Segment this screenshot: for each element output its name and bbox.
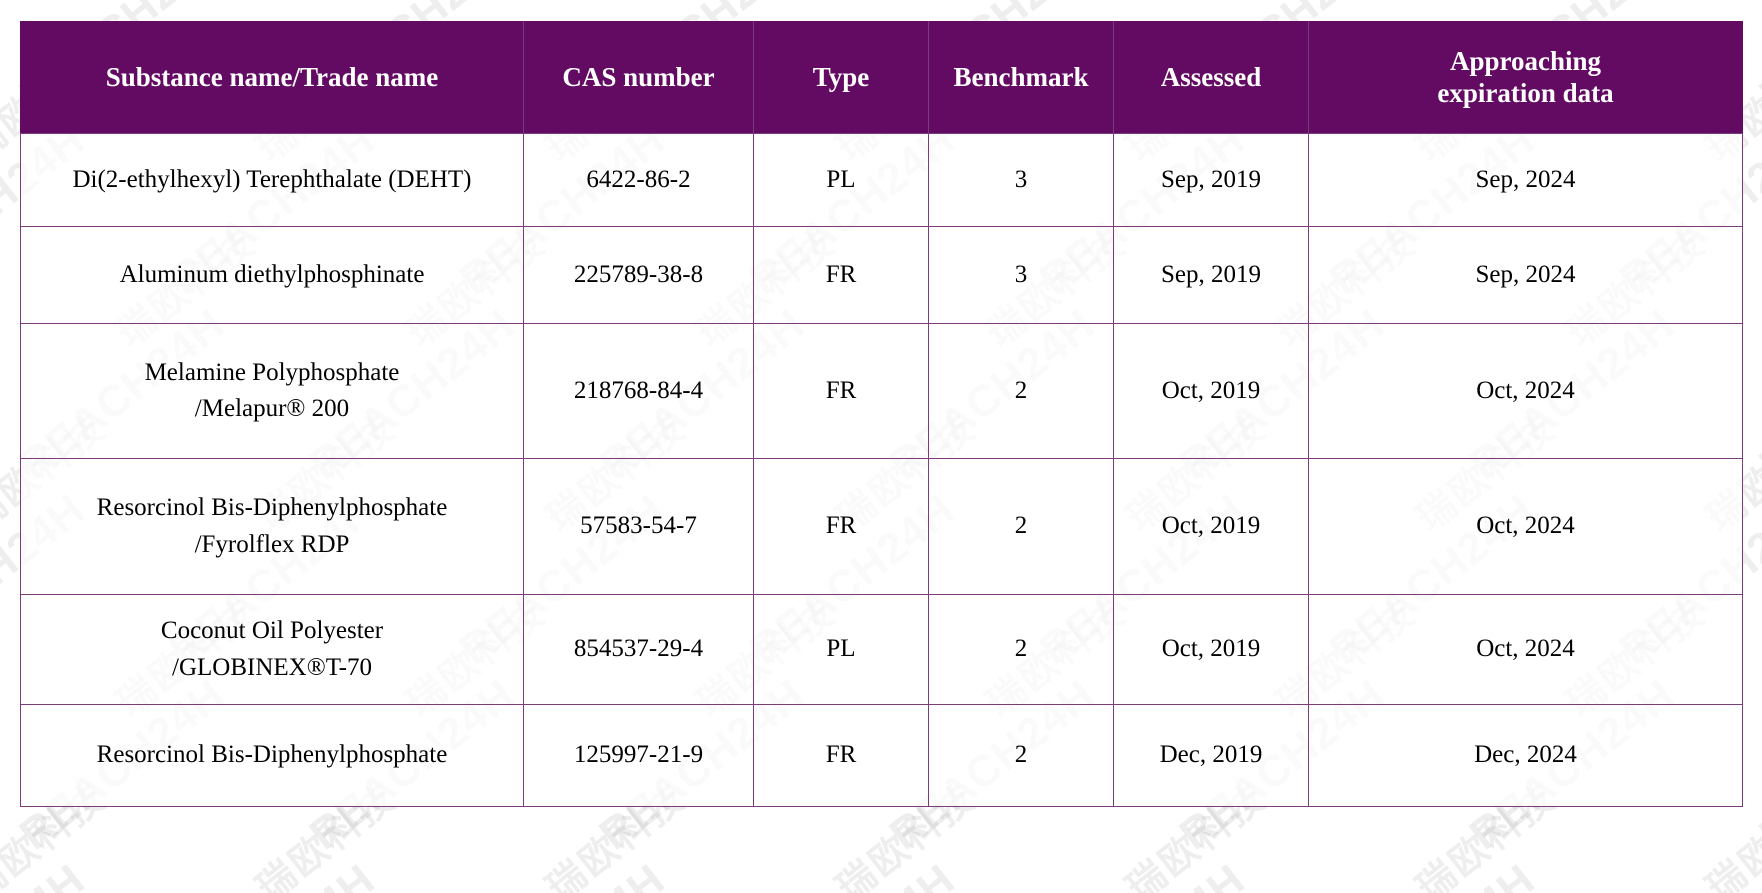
watermark-text: REACH24H [741,855,965,893]
substance-name-line-1: Melamine Polyphosphate [144,358,400,386]
watermark-text: REACH24H [451,855,675,893]
watermark-text: REACH24H [1750,299,1762,490]
cell-cas-number: 854537-29-4 [523,594,754,705]
column-header-approaching-expiration: Approaching expiration data [1308,21,1743,134]
substance-table-container: Substance name/Trade name CAS number Typ… [20,21,1743,807]
column-header-expiration-line-2: expiration data [1437,77,1614,108]
cell-type: FR [753,323,929,459]
column-header-cas-number: CAS number [523,21,754,134]
watermark-text: REACH24H [1750,669,1762,860]
watermark-text: REACH24H [1611,855,1762,893]
watermark-text: REACH24H [161,855,385,893]
cell-benchmark: 3 [928,133,1114,227]
cell-assessed-date: Oct, 2019 [1113,594,1309,705]
table-row: Resorcinol Bis-Diphenylphosphate 125997-2… [20,704,1743,807]
cell-substance-name: Aluminum diethylphosphinate [20,226,524,324]
substance-assessment-table: Substance name/Trade name CAS number Typ… [20,21,1743,807]
cell-substance-name: Di(2-ethylhexyl) Terephthalate (DEHT) [20,133,524,227]
cell-substance-name: Resorcinol Bis-Diphenylphosphate [20,704,524,807]
table-row: Resorcinol Bis-Diphenylphosphate/Fyrolfl… [20,458,1743,595]
cell-substance-name: Coconut Oil Polyester/GLOBINEX®T-70 [20,594,524,705]
column-header-expiration-line-1: Approaching [1449,45,1602,76]
column-header-benchmark: Benchmark [928,21,1114,134]
substance-name-line-1: Aluminum diethylphosphinate [119,260,425,288]
cell-type: PL [753,133,929,227]
cell-assessed-date: Sep, 2019 [1113,226,1309,324]
cell-type: FR [753,458,929,595]
table-header-row: Substance name/Trade name CAS number Typ… [20,21,1743,134]
column-header-type: Type [753,21,929,134]
table-body: Di(2-ethylhexyl) Terephthalate (DEHT) 642… [20,133,1743,807]
table-row: Aluminum diethylphosphinate 225789-38-8 FR… [20,226,1743,324]
cell-benchmark: 2 [928,704,1114,807]
table-row: Melamine Polyphosphate/Melapur® 200 21876… [20,323,1743,459]
watermark-text: REACH24H [1031,855,1255,893]
cell-approaching-expiration-date: Dec, 2024 [1308,704,1743,807]
cell-cas-number: 225789-38-8 [523,226,754,324]
cell-benchmark: 2 [928,594,1114,705]
watermark-text: REACH24H [1750,0,1762,120]
substance-trade-name-line-2: /Melapur® 200 [194,395,350,422]
substance-name-line-1: Resorcinol Bis-Diphenylphosphate [96,494,448,522]
cell-substance-name: Melamine Polyphosphate/Melapur® 200 [20,323,524,459]
cell-cas-number: 6422-86-2 [523,133,754,227]
watermark-text: REACH24H [0,855,95,893]
cell-assessed-date: Dec, 2019 [1113,704,1309,807]
cell-benchmark: 2 [928,323,1114,459]
substance-trade-name-line-2: /Fyrolflex RDP [194,530,350,558]
column-header-assessed: Assessed [1113,21,1309,134]
column-header-substance: Substance name/Trade name [20,21,524,134]
cell-assessed-date: Oct, 2019 [1113,458,1309,595]
cell-approaching-expiration-date: Sep, 2024 [1308,133,1743,227]
cell-type: FR [753,704,929,807]
cell-cas-number: 218768-84-4 [523,323,754,459]
cell-assessed-date: Oct, 2019 [1113,323,1309,459]
cell-approaching-expiration-date: Oct, 2024 [1308,323,1743,459]
substance-trade-name-line-2: /GLOBINEX®T-70 [172,653,372,681]
cell-approaching-expiration-date: Oct, 2024 [1308,458,1743,595]
cell-cas-number: 125997-21-9 [523,704,754,807]
substance-name-line-1: Di(2-ethylhexyl) Terephthalate (DEHT) [72,165,472,193]
cell-type: FR [753,226,929,324]
cell-benchmark: 2 [928,458,1114,595]
table-row: Di(2-ethylhexyl) Terephthalate (DEHT) 642… [20,133,1743,227]
cell-type: PL [753,594,929,705]
cell-benchmark: 3 [928,226,1114,324]
table-header: Substance name/Trade name CAS number Typ… [20,21,1743,134]
cell-substance-name: Resorcinol Bis-Diphenylphosphate/Fyrolfl… [20,458,524,595]
cell-cas-number: 57583-54-7 [523,458,754,595]
substance-name-line-1: Coconut Oil Polyester [160,617,384,645]
cell-approaching-expiration-date: Sep, 2024 [1308,226,1743,324]
cell-approaching-expiration-date: Oct, 2024 [1308,594,1743,705]
watermark-text: REACH24H [1321,855,1545,893]
substance-name-line-1: Resorcinol Bis-Diphenylphosphate [96,741,448,769]
table-row: Coconut Oil Polyester/GLOBINEX®T-70 85453… [20,594,1743,705]
cell-assessed-date: Sep, 2019 [1113,133,1309,227]
